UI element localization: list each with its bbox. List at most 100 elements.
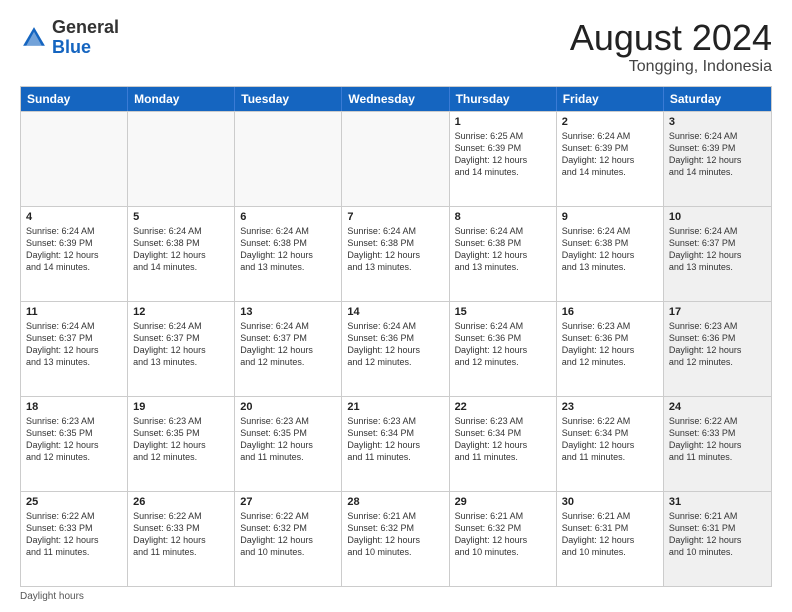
cal-cell-29: 29 Sunrise: 6:21 AMSunset: 6:32 PMDayligh…: [450, 492, 557, 586]
calendar-header: SundayMondayTuesdayWednesdayThursdayFrid…: [21, 87, 771, 111]
cal-cell-24: 24 Sunrise: 6:22 AMSunset: 6:33 PMDayligh…: [664, 397, 771, 491]
cell-info: Sunrise: 6:24 AMSunset: 6:39 PMDaylight:…: [26, 225, 122, 274]
cal-header-cell-thursday: Thursday: [450, 87, 557, 111]
logo-icon: [20, 24, 48, 52]
cal-cell-1: 1 Sunrise: 6:25 AMSunset: 6:39 PMDaylight…: [450, 112, 557, 206]
day-number: 23: [562, 401, 658, 413]
cal-cell-26: 26 Sunrise: 6:22 AMSunset: 6:33 PMDayligh…: [128, 492, 235, 586]
cal-cell-13: 13 Sunrise: 6:24 AMSunset: 6:37 PMDayligh…: [235, 302, 342, 396]
cal-cell-23: 23Sunrise: 6:22 AMSunset: 6:34 PMDayligh…: [557, 397, 664, 491]
title-block: August 2024 Tongging, Indonesia: [570, 18, 772, 76]
calendar-body: 1 Sunrise: 6:25 AMSunset: 6:39 PMDaylight…: [21, 111, 771, 586]
location: Tongging, Indonesia: [570, 58, 772, 76]
day-number: 13: [240, 306, 336, 318]
cal-cell-3: 3 Sunrise: 6:24 AMSunset: 6:39 PMDaylight…: [664, 112, 771, 206]
cell-info: Sunrise: 6:21 AMSunset: 6:32 PMDaylight:…: [455, 510, 551, 559]
cal-cell-9: 9 Sunrise: 6:24 AMSunset: 6:38 PMDaylight…: [557, 207, 664, 301]
cal-cell-16: 16 Sunrise: 6:23 AMSunset: 6:36 PMDayligh…: [557, 302, 664, 396]
cal-row-0: 1 Sunrise: 6:25 AMSunset: 6:39 PMDaylight…: [21, 111, 771, 206]
cell-info: Sunrise: 6:24 AMSunset: 6:37 PMDaylight:…: [26, 320, 122, 369]
cal-header-cell-tuesday: Tuesday: [235, 87, 342, 111]
day-number: 30: [562, 496, 658, 508]
day-number: 5: [133, 211, 229, 223]
day-number: 2: [562, 116, 658, 128]
day-number: 8: [455, 211, 551, 223]
day-number: 15: [455, 306, 551, 318]
cal-header-cell-monday: Monday: [128, 87, 235, 111]
day-number: 4: [26, 211, 122, 223]
cal-row-3: 18 Sunrise: 6:23 AMSunset: 6:35 PMDayligh…: [21, 396, 771, 491]
day-number: 18: [26, 401, 122, 413]
cal-cell-18: 18 Sunrise: 6:23 AMSunset: 6:35 PMDayligh…: [21, 397, 128, 491]
day-number: 21: [347, 401, 443, 413]
day-number: 16: [562, 306, 658, 318]
cal-row-4: 25Sunrise: 6:22 AMSunset: 6:33 PMDayligh…: [21, 491, 771, 586]
day-number: 9: [562, 211, 658, 223]
daylight-label: Daylight hours: [20, 591, 84, 602]
header: General Blue August 2024 Tongging, Indon…: [20, 18, 772, 76]
cal-cell-15: 15 Sunrise: 6:24 AMSunset: 6:36 PMDayligh…: [450, 302, 557, 396]
cell-info: Sunrise: 6:24 AMSunset: 6:37 PMDaylight:…: [240, 320, 336, 369]
cell-info: Sunrise: 6:24 AMSunset: 6:38 PMDaylight:…: [562, 225, 658, 274]
cal-cell-30: 30 Sunrise: 6:21 AMSunset: 6:31 PMDayligh…: [557, 492, 664, 586]
day-number: 26: [133, 496, 229, 508]
cal-cell-17: 17Sunrise: 6:23 AMSunset: 6:36 PMDayligh…: [664, 302, 771, 396]
cal-cell-empty-2: [235, 112, 342, 206]
cell-info: Sunrise: 6:22 AMSunset: 6:33 PMDaylight:…: [133, 510, 229, 559]
cell-info: Sunrise: 6:24 AMSunset: 6:38 PMDaylight:…: [240, 225, 336, 274]
day-number: 27: [240, 496, 336, 508]
cal-header-cell-saturday: Saturday: [664, 87, 771, 111]
day-number: 12: [133, 306, 229, 318]
day-number: 17: [669, 306, 766, 318]
cal-header-cell-wednesday: Wednesday: [342, 87, 449, 111]
day-number: 1: [455, 116, 551, 128]
cal-cell-12: 12 Sunrise: 6:24 AMSunset: 6:37 PMDayligh…: [128, 302, 235, 396]
cal-cell-20: 20Sunrise: 6:23 AMSunset: 6:35 PMDayligh…: [235, 397, 342, 491]
cal-row-1: 4 Sunrise: 6:24 AMSunset: 6:39 PMDaylight…: [21, 206, 771, 301]
cell-info: Sunrise: 6:24 AMSunset: 6:37 PMDaylight:…: [133, 320, 229, 369]
cal-cell-2: 2Sunrise: 6:24 AMSunset: 6:39 PMDaylight…: [557, 112, 664, 206]
cell-info: Sunrise: 6:23 AMSunset: 6:35 PMDaylight:…: [26, 415, 122, 464]
logo-general-text: General: [52, 17, 119, 37]
cell-info: Sunrise: 6:21 AMSunset: 6:31 PMDaylight:…: [669, 510, 766, 559]
day-number: 22: [455, 401, 551, 413]
cal-cell-5: 5 Sunrise: 6:24 AMSunset: 6:38 PMDaylight…: [128, 207, 235, 301]
day-number: 10: [669, 211, 766, 223]
cal-cell-4: 4 Sunrise: 6:24 AMSunset: 6:39 PMDaylight…: [21, 207, 128, 301]
day-number: 28: [347, 496, 443, 508]
cal-cell-8: 8Sunrise: 6:24 AMSunset: 6:38 PMDaylight…: [450, 207, 557, 301]
cell-info: Sunrise: 6:24 AMSunset: 6:37 PMDaylight:…: [669, 225, 766, 274]
cell-info: Sunrise: 6:25 AMSunset: 6:39 PMDaylight:…: [455, 130, 551, 179]
calendar: SundayMondayTuesdayWednesdayThursdayFrid…: [20, 86, 772, 587]
cal-header-cell-sunday: Sunday: [21, 87, 128, 111]
day-number: 19: [133, 401, 229, 413]
cal-cell-31: 31Sunrise: 6:21 AMSunset: 6:31 PMDayligh…: [664, 492, 771, 586]
cell-info: Sunrise: 6:22 AMSunset: 6:33 PMDaylight:…: [26, 510, 122, 559]
cal-cell-empty-1: [128, 112, 235, 206]
cell-info: Sunrise: 6:21 AMSunset: 6:31 PMDaylight:…: [562, 510, 658, 559]
cal-cell-6: 6Sunrise: 6:24 AMSunset: 6:38 PMDaylight…: [235, 207, 342, 301]
cell-info: Sunrise: 6:24 AMSunset: 6:36 PMDaylight:…: [455, 320, 551, 369]
logo-text: General Blue: [52, 18, 119, 58]
cell-info: Sunrise: 6:22 AMSunset: 6:33 PMDaylight:…: [669, 415, 766, 464]
day-number: 29: [455, 496, 551, 508]
cell-info: Sunrise: 6:24 AMSunset: 6:39 PMDaylight:…: [669, 130, 766, 179]
cal-cell-14: 14Sunrise: 6:24 AMSunset: 6:36 PMDayligh…: [342, 302, 449, 396]
day-number: 24: [669, 401, 766, 413]
cal-cell-19: 19Sunrise: 6:23 AMSunset: 6:35 PMDayligh…: [128, 397, 235, 491]
page: General Blue August 2024 Tongging, Indon…: [0, 0, 792, 612]
cal-header-cell-friday: Friday: [557, 87, 664, 111]
cell-info: Sunrise: 6:23 AMSunset: 6:34 PMDaylight:…: [455, 415, 551, 464]
cal-cell-28: 28 Sunrise: 6:21 AMSunset: 6:32 PMDayligh…: [342, 492, 449, 586]
cal-cell-27: 27Sunrise: 6:22 AMSunset: 6:32 PMDayligh…: [235, 492, 342, 586]
footer-note: Daylight hours: [20, 587, 772, 602]
cell-info: Sunrise: 6:21 AMSunset: 6:32 PMDaylight:…: [347, 510, 443, 559]
cell-info: Sunrise: 6:23 AMSunset: 6:36 PMDaylight:…: [562, 320, 658, 369]
day-number: 3: [669, 116, 766, 128]
cal-row-2: 11Sunrise: 6:24 AMSunset: 6:37 PMDayligh…: [21, 301, 771, 396]
cal-cell-10: 10 Sunrise: 6:24 AMSunset: 6:37 PMDayligh…: [664, 207, 771, 301]
cal-cell-11: 11Sunrise: 6:24 AMSunset: 6:37 PMDayligh…: [21, 302, 128, 396]
cell-info: Sunrise: 6:24 AMSunset: 6:38 PMDaylight:…: [133, 225, 229, 274]
logo-blue-text: Blue: [52, 37, 91, 57]
cal-cell-22: 22 Sunrise: 6:23 AMSunset: 6:34 PMDayligh…: [450, 397, 557, 491]
